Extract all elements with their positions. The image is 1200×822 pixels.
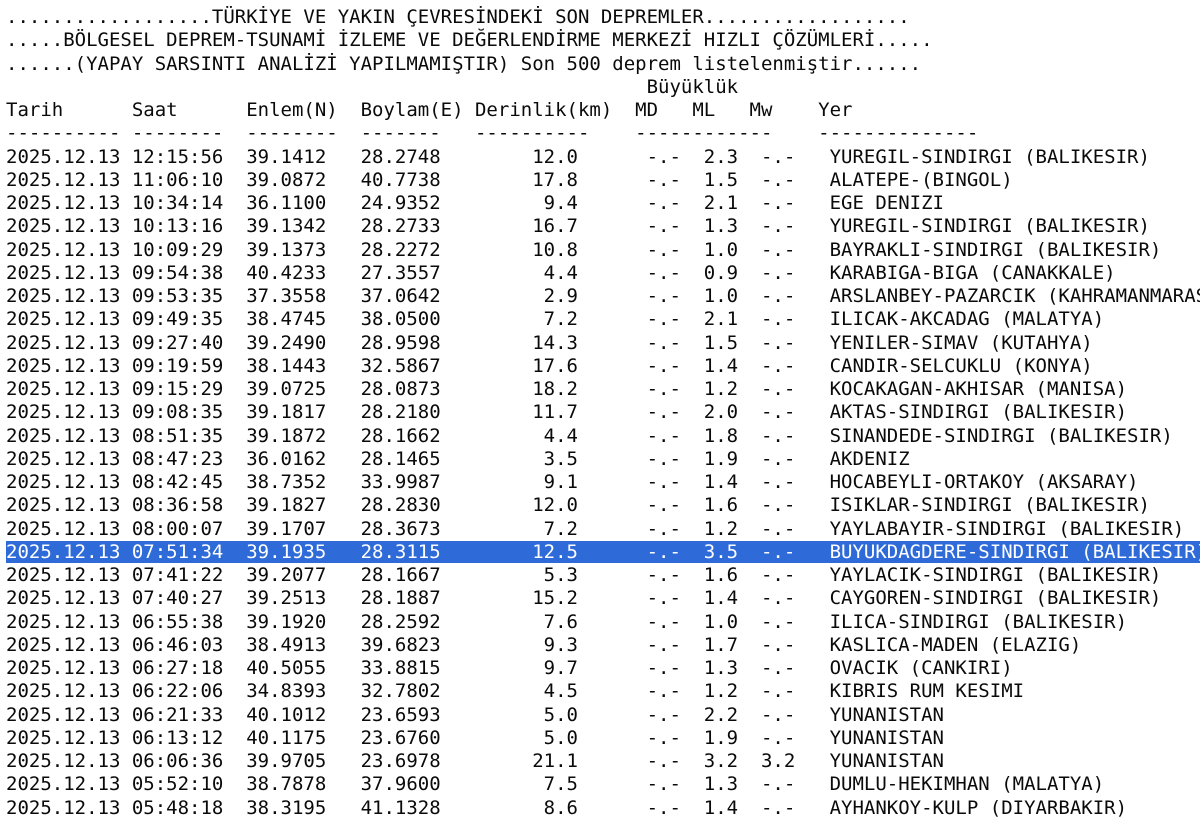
quake-row-selected[interactable]: 2025.12.13 07:51:34 39.1935 28.3115 12.5…	[6, 540, 1200, 563]
quake-row[interactable]: 2025.12.13 06:22:06 34.8393 32.7802 4.5 …	[6, 680, 1024, 702]
quake-row[interactable]: 2025.12.13 06:21:33 40.1012 23.6593 5.0 …	[6, 704, 944, 726]
quake-row[interactable]: 2025.12.13 10:09:29 39.1373 28.2272 10.8…	[6, 239, 1161, 261]
header-title: ..................TÜRKİYE VE YAKIN ÇEVRE…	[6, 6, 910, 28]
quake-row[interactable]: 2025.12.13 09:53:35 37.3558 37.0642 2.9 …	[6, 285, 1200, 307]
header-separator: ---------- -------- -------- ------- ---…	[6, 122, 979, 145]
quake-row[interactable]: 2025.12.13 06:55:38 39.1920 28.2592 7.6 …	[6, 611, 1127, 633]
quake-row[interactable]: 2025.12.13 06:06:36 39.9705 23.6978 21.1…	[6, 750, 944, 772]
quake-row[interactable]: 2025.12.13 05:48:18 38.3195 41.1328 8.6 …	[6, 797, 1127, 819]
quake-row[interactable]: 2025.12.13 06:27:18 40.5055 33.8815 9.7 …	[6, 657, 1013, 679]
header-subtitle: .....BÖLGESEL DEPREM-TSUNAMİ İZLEME VE D…	[6, 29, 933, 52]
quake-row[interactable]: 2025.12.13 09:49:35 38.4745 38.0500 7.2 …	[6, 308, 1104, 330]
quake-row[interactable]: 2025.12.13 07:41:22 39.2077 28.1667 5.3 …	[6, 564, 1161, 586]
quake-row[interactable]: 2025.12.13 09:27:40 39.2490 28.9598 14.3…	[6, 332, 1093, 354]
quake-row[interactable]: 2025.12.13 10:34:14 36.1100 24.9352 9.4 …	[6, 192, 944, 214]
earthquake-listing: ..................TÜRKİYE VE YAKIN ÇEVRE…	[0, 0, 1200, 820]
quake-row[interactable]: 2025.12.13 06:13:12 40.1175 23.6760 5.0 …	[6, 727, 944, 749]
quake-row[interactable]: 2025.12.13 11:06:10 39.0872 40.7738 17.8…	[6, 169, 1013, 191]
column-headers: Tarih Saat Enlem(N) Boylam(E) Derinlik(k…	[6, 99, 853, 121]
quake-row[interactable]: 2025.12.13 05:52:10 38.7878 37.9600 7.5 …	[6, 773, 1104, 795]
quake-row[interactable]: 2025.12.13 09:08:35 39.1817 28.2180 11.7…	[6, 401, 1127, 423]
quake-row[interactable]: 2025.12.13 07:40:27 39.2513 28.1887 15.2…	[6, 587, 1161, 609]
quake-row[interactable]: 2025.12.13 09:15:29 39.0725 28.0873 18.2…	[6, 378, 1127, 400]
quake-row[interactable]: 2025.12.13 08:47:23 36.0162 28.1465 3.5 …	[6, 448, 910, 470]
quake-row[interactable]: 2025.12.13 08:42:45 38.7352 33.9987 9.1 …	[6, 471, 1138, 493]
quake-row[interactable]: 2025.12.13 08:51:35 39.1872 28.1662 4.4 …	[6, 425, 1173, 447]
header-note: ......(YAPAY SARSINTI ANALİZİ YAPILMAMIŞ…	[6, 52, 922, 75]
quake-row[interactable]: 2025.12.13 12:15:56 39.1412 28.2748 12.0…	[6, 146, 1150, 168]
quake-row[interactable]: 2025.12.13 06:46:03 38.4913 39.6823 9.3 …	[6, 634, 1081, 656]
quake-row[interactable]: 2025.12.13 10:13:16 39.1342 28.2733 16.7…	[6, 215, 1150, 237]
quake-row[interactable]: 2025.12.13 08:36:58 39.1827 28.2830 12.0…	[6, 494, 1150, 516]
magnitude-group-label: Büyüklük	[6, 75, 739, 98]
quake-row[interactable]: 2025.12.13 08:00:07 39.1707 28.3673 7.2 …	[6, 518, 1184, 540]
quake-row[interactable]: 2025.12.13 09:54:38 40.4233 27.3557 4.4 …	[6, 262, 1116, 284]
quake-row[interactable]: 2025.12.13 09:19:59 38.1443 32.5867 17.6…	[6, 355, 1093, 377]
